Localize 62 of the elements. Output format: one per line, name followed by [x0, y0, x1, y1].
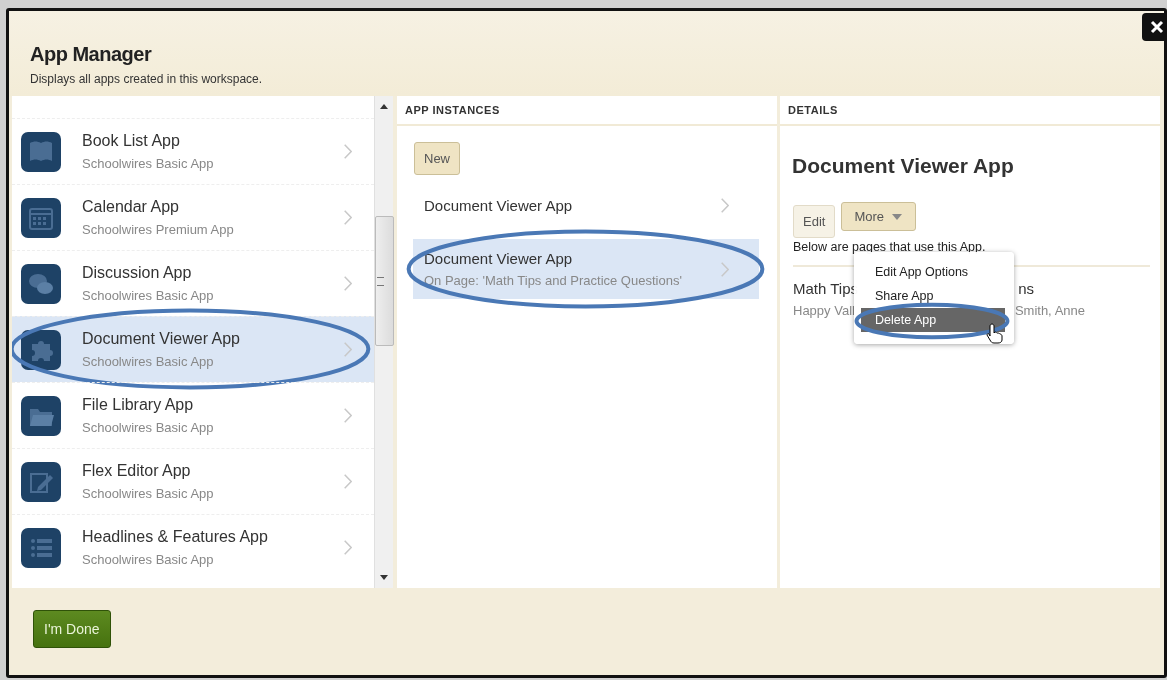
app-name: Flex Editor App: [82, 462, 192, 480]
app-name: File Library App: [82, 396, 195, 414]
app-type: Schoolwires Basic App: [82, 420, 215, 435]
speech-bubbles-icon: [21, 263, 61, 304]
app-name: Headlines & Features App: [82, 528, 269, 546]
caret-icon: [891, 212, 904, 221]
chevron-right-icon: [344, 474, 352, 489]
book-icon: [21, 131, 61, 172]
scrollbar-thumb[interactable]: [375, 216, 394, 346]
app-list-item[interactable]: Flex Editor App Schoolwires Basic App: [12, 448, 374, 514]
chevron-right-icon: [344, 210, 352, 225]
folder-icon: [21, 395, 61, 436]
dialog-title: App Manager: [30, 43, 153, 66]
chevron-right-icon: [344, 144, 352, 159]
app-name: Calendar App: [82, 198, 180, 216]
scrollbar[interactable]: [374, 96, 393, 588]
new-button[interactable]: New: [414, 142, 460, 175]
menu-item[interactable]: Share App: [861, 284, 1005, 308]
app-type: Schoolwires Basic App: [82, 288, 215, 303]
instance-item[interactable]: Document Viewer App On Page: 'Math Tips and Practice Questions': [413, 239, 759, 299]
dialog-subtitle: Displays all apps created in this workspace.: [30, 72, 264, 86]
page-authors: Happy Vall: [793, 303, 855, 318]
app-type: Schoolwires Basic App: [82, 156, 215, 171]
close-button[interactable]: [1142, 13, 1167, 41]
chevron-right-icon: [721, 261, 729, 277]
page-authors: Smith, Anne: [1014, 303, 1085, 318]
instance-name: Document Viewer App: [424, 197, 574, 214]
app-name: Document Viewer App: [82, 330, 241, 348]
chevron-right-icon: [344, 342, 352, 357]
close-icon: [1150, 20, 1164, 34]
app-name: Discussion App: [82, 264, 193, 282]
list-icon: [21, 527, 61, 568]
edit-button[interactable]: Edit: [793, 205, 836, 238]
app-list-item[interactable]: Document Viewer App Schoolwires Basic App: [12, 316, 374, 382]
instance-name: Document Viewer App: [424, 250, 574, 267]
app-list-item[interactable]: Book List App Schoolwires Basic App: [12, 118, 374, 184]
scroll-up-icon[interactable]: [379, 102, 389, 110]
more-button[interactable]: More: [841, 202, 917, 231]
instance-page: On Page: 'Math Tips and Practice Questions': [424, 273, 683, 288]
app-type: Schoolwires Basic App: [82, 552, 215, 567]
pencil-edit-icon: [21, 461, 61, 502]
chevron-right-icon: [344, 408, 352, 423]
app-type: Schoolwires Basic App: [82, 354, 215, 369]
page-link[interactable]: Math Tips: [793, 280, 859, 297]
done-button[interactable]: I'm Done: [33, 610, 111, 648]
instance-item[interactable]: Document Viewer App: [413, 187, 759, 225]
details-title: Document Viewer App: [792, 154, 1015, 178]
app-type: Schoolwires Basic App: [82, 486, 215, 501]
app-type: Schoolwires Premium App: [82, 222, 235, 237]
scroll-down-icon[interactable]: [379, 574, 389, 582]
chevron-right-icon: [344, 276, 352, 291]
app-list-item[interactable]: Headlines & Features App Schoolwires Basic App: [12, 514, 374, 580]
app-name: Book List App: [82, 132, 181, 150]
panel-header: APP INSTANCES: [397, 96, 777, 126]
chevron-right-icon: [721, 198, 729, 213]
app-list-item[interactable]: File Library App Schoolwires Basic App: [12, 382, 374, 448]
chevron-right-icon: [344, 540, 352, 555]
app-list-item[interactable]: Calendar App Schoolwires Premium App: [12, 184, 374, 250]
page-link[interactable]: ns: [1018, 280, 1034, 297]
calendar-icon: [21, 197, 61, 238]
puzzle-piece-icon: [21, 329, 61, 370]
panel-header: DETAILS: [780, 96, 1160, 126]
